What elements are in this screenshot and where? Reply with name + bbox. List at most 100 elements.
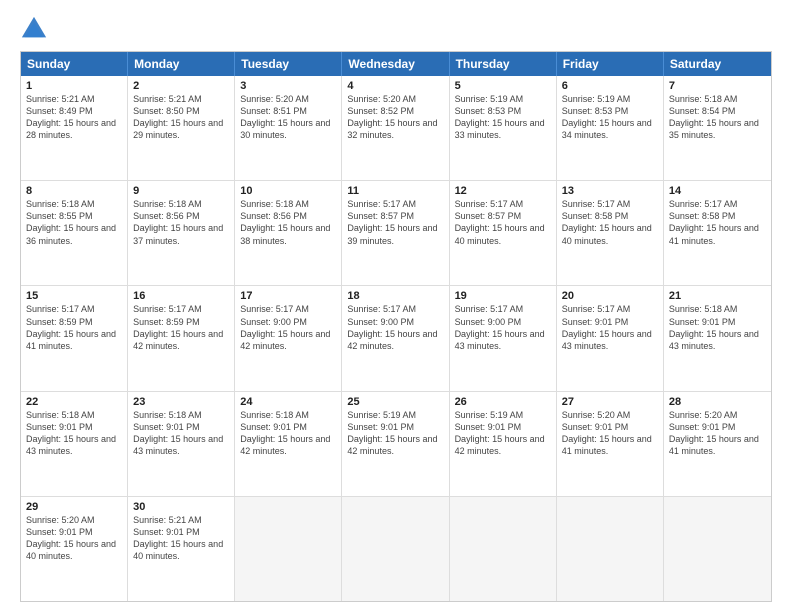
day-number: 13: [562, 185, 658, 197]
day-info: Sunrise: 5:17 AMSunset: 8:57 PMDaylight:…: [347, 198, 443, 247]
day-info: Sunrise: 5:17 AMSunset: 9:00 PMDaylight:…: [240, 303, 336, 352]
calendar-row-3: 22Sunrise: 5:18 AMSunset: 9:01 PMDayligh…: [21, 391, 771, 496]
calendar-cell-17: 17Sunrise: 5:17 AMSunset: 9:00 PMDayligh…: [235, 286, 342, 390]
calendar-cell-14: 14Sunrise: 5:17 AMSunset: 8:58 PMDayligh…: [664, 181, 771, 285]
day-info: Sunrise: 5:17 AMSunset: 8:58 PMDaylight:…: [669, 198, 766, 247]
calendar-cell-12: 12Sunrise: 5:17 AMSunset: 8:57 PMDayligh…: [450, 181, 557, 285]
calendar-cell-empty: [342, 497, 449, 601]
day-number: 4: [347, 80, 443, 92]
calendar-row-4: 29Sunrise: 5:20 AMSunset: 9:01 PMDayligh…: [21, 496, 771, 601]
calendar-cell-30: 30Sunrise: 5:21 AMSunset: 9:01 PMDayligh…: [128, 497, 235, 601]
calendar: SundayMondayTuesdayWednesdayThursdayFrid…: [20, 51, 772, 602]
day-number: 22: [26, 396, 122, 408]
day-number: 29: [26, 501, 122, 513]
calendar-cell-15: 15Sunrise: 5:17 AMSunset: 8:59 PMDayligh…: [21, 286, 128, 390]
day-info: Sunrise: 5:18 AMSunset: 8:56 PMDaylight:…: [240, 198, 336, 247]
day-info: Sunrise: 5:19 AMSunset: 8:53 PMDaylight:…: [455, 93, 551, 142]
day-info: Sunrise: 5:17 AMSunset: 9:00 PMDaylight:…: [455, 303, 551, 352]
header-day-friday: Friday: [557, 52, 664, 76]
calendar-body: 1Sunrise: 5:21 AMSunset: 8:49 PMDaylight…: [21, 76, 771, 601]
day-info: Sunrise: 5:17 AMSunset: 9:00 PMDaylight:…: [347, 303, 443, 352]
day-info: Sunrise: 5:19 AMSunset: 9:01 PMDaylight:…: [455, 409, 551, 458]
day-info: Sunrise: 5:20 AMSunset: 9:01 PMDaylight:…: [562, 409, 658, 458]
header-day-wednesday: Wednesday: [342, 52, 449, 76]
calendar-cell-19: 19Sunrise: 5:17 AMSunset: 9:00 PMDayligh…: [450, 286, 557, 390]
day-number: 8: [26, 185, 122, 197]
header: [20, 15, 772, 43]
calendar-cell-10: 10Sunrise: 5:18 AMSunset: 8:56 PMDayligh…: [235, 181, 342, 285]
page: SundayMondayTuesdayWednesdayThursdayFrid…: [0, 0, 792, 612]
calendar-cell-5: 5Sunrise: 5:19 AMSunset: 8:53 PMDaylight…: [450, 76, 557, 180]
calendar-cell-empty: [450, 497, 557, 601]
calendar-cell-13: 13Sunrise: 5:17 AMSunset: 8:58 PMDayligh…: [557, 181, 664, 285]
calendar-cell-16: 16Sunrise: 5:17 AMSunset: 8:59 PMDayligh…: [128, 286, 235, 390]
day-info: Sunrise: 5:21 AMSunset: 9:01 PMDaylight:…: [133, 514, 229, 563]
calendar-cell-3: 3Sunrise: 5:20 AMSunset: 8:51 PMDaylight…: [235, 76, 342, 180]
day-number: 3: [240, 80, 336, 92]
calendar-cell-empty: [235, 497, 342, 601]
calendar-cell-29: 29Sunrise: 5:20 AMSunset: 9:01 PMDayligh…: [21, 497, 128, 601]
calendar-cell-27: 27Sunrise: 5:20 AMSunset: 9:01 PMDayligh…: [557, 392, 664, 496]
calendar-cell-6: 6Sunrise: 5:19 AMSunset: 8:53 PMDaylight…: [557, 76, 664, 180]
logo: [20, 15, 52, 43]
day-info: Sunrise: 5:18 AMSunset: 9:01 PMDaylight:…: [669, 303, 766, 352]
day-number: 1: [26, 80, 122, 92]
day-info: Sunrise: 5:19 AMSunset: 8:53 PMDaylight:…: [562, 93, 658, 142]
day-info: Sunrise: 5:20 AMSunset: 9:01 PMDaylight:…: [26, 514, 122, 563]
day-info: Sunrise: 5:18 AMSunset: 8:56 PMDaylight:…: [133, 198, 229, 247]
day-info: Sunrise: 5:20 AMSunset: 8:52 PMDaylight:…: [347, 93, 443, 142]
calendar-row-1: 8Sunrise: 5:18 AMSunset: 8:55 PMDaylight…: [21, 180, 771, 285]
day-number: 5: [455, 80, 551, 92]
day-number: 30: [133, 501, 229, 513]
day-number: 28: [669, 396, 766, 408]
header-day-thursday: Thursday: [450, 52, 557, 76]
day-number: 15: [26, 290, 122, 302]
day-number: 25: [347, 396, 443, 408]
day-number: 2: [133, 80, 229, 92]
day-info: Sunrise: 5:18 AMSunset: 9:01 PMDaylight:…: [133, 409, 229, 458]
day-number: 18: [347, 290, 443, 302]
calendar-cell-4: 4Sunrise: 5:20 AMSunset: 8:52 PMDaylight…: [342, 76, 449, 180]
day-info: Sunrise: 5:17 AMSunset: 8:58 PMDaylight:…: [562, 198, 658, 247]
day-info: Sunrise: 5:17 AMSunset: 8:59 PMDaylight:…: [133, 303, 229, 352]
day-number: 26: [455, 396, 551, 408]
day-number: 10: [240, 185, 336, 197]
day-number: 12: [455, 185, 551, 197]
day-info: Sunrise: 5:21 AMSunset: 8:49 PMDaylight:…: [26, 93, 122, 142]
calendar-cell-11: 11Sunrise: 5:17 AMSunset: 8:57 PMDayligh…: [342, 181, 449, 285]
header-day-sunday: Sunday: [21, 52, 128, 76]
day-info: Sunrise: 5:20 AMSunset: 8:51 PMDaylight:…: [240, 93, 336, 142]
header-day-tuesday: Tuesday: [235, 52, 342, 76]
logo-icon: [20, 15, 48, 43]
day-number: 27: [562, 396, 658, 408]
calendar-cell-25: 25Sunrise: 5:19 AMSunset: 9:01 PMDayligh…: [342, 392, 449, 496]
day-info: Sunrise: 5:18 AMSunset: 8:54 PMDaylight:…: [669, 93, 766, 142]
calendar-cell-2: 2Sunrise: 5:21 AMSunset: 8:50 PMDaylight…: [128, 76, 235, 180]
day-number: 23: [133, 396, 229, 408]
calendar-cell-18: 18Sunrise: 5:17 AMSunset: 9:00 PMDayligh…: [342, 286, 449, 390]
day-number: 21: [669, 290, 766, 302]
day-info: Sunrise: 5:18 AMSunset: 8:55 PMDaylight:…: [26, 198, 122, 247]
day-info: Sunrise: 5:17 AMSunset: 8:57 PMDaylight:…: [455, 198, 551, 247]
day-info: Sunrise: 5:17 AMSunset: 9:01 PMDaylight:…: [562, 303, 658, 352]
day-number: 20: [562, 290, 658, 302]
day-number: 24: [240, 396, 336, 408]
calendar-cell-23: 23Sunrise: 5:18 AMSunset: 9:01 PMDayligh…: [128, 392, 235, 496]
day-number: 16: [133, 290, 229, 302]
day-info: Sunrise: 5:18 AMSunset: 9:01 PMDaylight:…: [240, 409, 336, 458]
day-number: 6: [562, 80, 658, 92]
day-number: 17: [240, 290, 336, 302]
calendar-row-0: 1Sunrise: 5:21 AMSunset: 8:49 PMDaylight…: [21, 76, 771, 180]
calendar-row-2: 15 Sunrise: 5:17 AMSunset: 8:59 PMDayligh…: [21, 285, 771, 390]
day-number: 11: [347, 185, 443, 197]
calendar-cell-21: 21Sunrise: 5:18 AMSunset: 9:01 PMDayligh…: [664, 286, 771, 390]
calendar-cell-9: 9Sunrise: 5:18 AMSunset: 8:56 PMDaylight…: [128, 181, 235, 285]
day-number: 14: [669, 185, 766, 197]
day-info: Sunrise: 5:18 AMSunset: 9:01 PMDaylight:…: [26, 409, 122, 458]
calendar-header: SundayMondayTuesdayWednesdayThursdayFrid…: [21, 52, 771, 76]
day-info: Sunrise: 5:21 AMSunset: 8:50 PMDaylight:…: [133, 93, 229, 142]
day-number: 19: [455, 290, 551, 302]
calendar-cell-empty: [664, 497, 771, 601]
calendar-cell-28: 28Sunrise: 5:20 AMSunset: 9:01 PMDayligh…: [664, 392, 771, 496]
calendar-cell-7: 7Sunrise: 5:18 AMSunset: 8:54 PMDaylight…: [664, 76, 771, 180]
